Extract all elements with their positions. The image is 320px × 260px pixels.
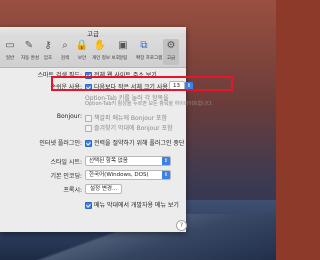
select-arrows-icon: ⇕ (162, 157, 170, 165)
tab-notifications-label: 알림 (118, 56, 128, 61)
magnifier-icon: ⌕ (62, 40, 68, 51)
tab-passwords-label: 암호 (43, 56, 53, 61)
bonjour-bookmarks-checkbox[interactable] (85, 115, 92, 122)
bonjour-bookmarks-option[interactable]: 책갈피 메뉴에 Bonjour 포함 (85, 113, 167, 122)
tab-autofill[interactable]: ✎ 자동 완성 (21, 39, 39, 61)
gear-icon: ⚙ (166, 40, 176, 51)
tab-notifications[interactable]: ▣ 알림 (115, 39, 131, 61)
hand-icon: ✋ (93, 40, 107, 51)
plugins-checkbox[interactable] (85, 140, 92, 147)
select-arrows-icon: ⇕ (162, 171, 170, 179)
preferences-window: 고급 ▭ 일반 ✎ 자동 완성 ⚷ 암호 ⌕ 검색 🔒 보안 ✋ 개인 정보 보… (0, 27, 213, 232)
pencil-icon: ✎ (24, 40, 34, 51)
accessibility-note-line2: Option-Tab키 활성을 누르면 모든 항목을 하이라이트합니다. (85, 101, 214, 107)
tab-security-label: 보안 (77, 56, 87, 61)
plugins-option-label: 전력을 절약하기 위해 플러그인 중단 (94, 140, 185, 147)
bell-icon: ▣ (118, 40, 128, 51)
red-highlight-box (51, 76, 233, 91)
stylesheet-label: 스타일 시트: (50, 159, 82, 166)
help-button[interactable]: ? (176, 220, 187, 231)
preferences-toolbar: ▭ 일반 ✎ 자동 완성 ⚷ 암호 ⌕ 검색 🔒 보안 ✋ 개인 정보 보호 ▣… (0, 37, 186, 68)
bonjour-favorites-label: 즐겨찾기 막대에 Bonjour 포함 (94, 125, 173, 132)
stylesheet-select[interactable]: 선택된 항목 없음 ⇕ (85, 156, 171, 166)
tab-search[interactable]: ⌕ 검색 (57, 39, 73, 61)
tab-extensions[interactable]: ⧉ 확장 프로그램 (136, 39, 163, 61)
plugins-label: 인터넷 플러그인: (39, 140, 82, 147)
bonjour-favorites-checkbox[interactable] (85, 125, 92, 132)
advanced-settings-panel: 스마트 검색 필드: 전체 웹 사이트 주소 보기 손쉬운 사용: 다음보다 작… (0, 68, 213, 232)
plugins-option[interactable]: 전력을 절약하기 위해 플러그인 중단 (85, 138, 184, 147)
develop-menu-checkbox[interactable] (85, 202, 92, 209)
encoding-value: 한국어(Windows, DOS) (89, 172, 149, 178)
encoding-select[interactable]: 한국어(Windows, DOS) ⇕ (85, 170, 171, 180)
stylesheet-value: 선택된 항목 없음 (89, 158, 128, 164)
bonjour-favorites-option[interactable]: 즐겨찾기 막대에 Bonjour 포함 (85, 123, 173, 132)
tab-advanced-label: 고급 (166, 56, 176, 61)
puzzle-icon: ⧉ (140, 40, 148, 51)
tab-extensions-label: 확장 프로그램 (136, 56, 163, 61)
proxies-label: 프록시: (63, 187, 82, 194)
tab-security[interactable]: 🔒 보안 (74, 39, 90, 61)
tab-search-label: 검색 (60, 56, 70, 61)
tab-autofill-label: 자동 완성 (21, 56, 39, 61)
tab-privacy[interactable]: ✋ 개인 정보 보호 (92, 39, 120, 61)
switch-icon: ▭ (5, 40, 15, 51)
tab-privacy-label: 개인 정보 보호 (92, 56, 120, 61)
develop-menu-label: 메뉴 막대에서 개발자용 메뉴 보기 (94, 202, 179, 209)
change-settings-button[interactable]: 설정 변경... (85, 184, 123, 194)
encoding-label: 기본 인코딩: (50, 173, 82, 180)
tab-general-label: 일반 (5, 56, 15, 61)
bonjour-label: Bonjour: (56, 113, 82, 120)
lock-icon: 🔒 (75, 40, 89, 51)
tab-advanced[interactable]: ⚙ 고급 (163, 39, 179, 65)
tab-passwords[interactable]: ⚷ 암호 (40, 39, 56, 61)
develop-menu-option[interactable]: 메뉴 막대에서 개발자용 메뉴 보기 (85, 200, 179, 209)
bonjour-bookmarks-label: 책갈피 메뉴에 Bonjour 포함 (94, 115, 168, 122)
accessibility-note-2: Option-Tab키 활성을 누르면 모든 항목을 하이라이트합니다. (85, 100, 213, 107)
tab-general[interactable]: ▭ 일반 (2, 39, 18, 61)
title-bar: 고급 (0, 27, 186, 38)
key-icon: ⚷ (44, 40, 52, 51)
